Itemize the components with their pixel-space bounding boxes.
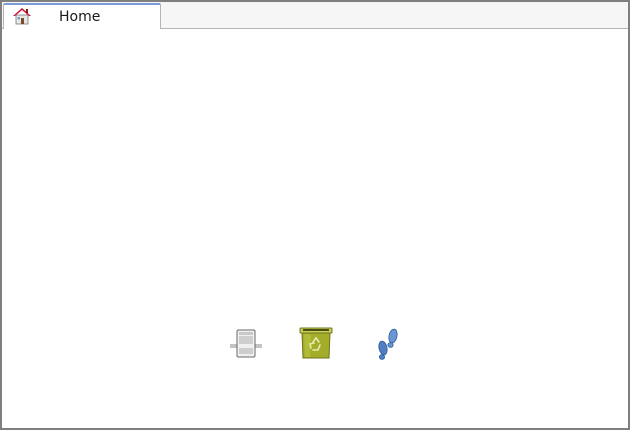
home-icon	[13, 8, 31, 25]
file-server-icon[interactable]	[230, 326, 262, 360]
file-manager-window: Home	[0, 0, 630, 430]
trash-icon[interactable]	[299, 326, 333, 360]
tab-bar: Home	[2, 2, 628, 29]
footprints-icon[interactable]	[374, 326, 402, 360]
tab-home[interactable]: Home	[3, 3, 161, 29]
desktop-area	[2, 29, 628, 428]
tab-label: Home	[59, 9, 101, 25]
